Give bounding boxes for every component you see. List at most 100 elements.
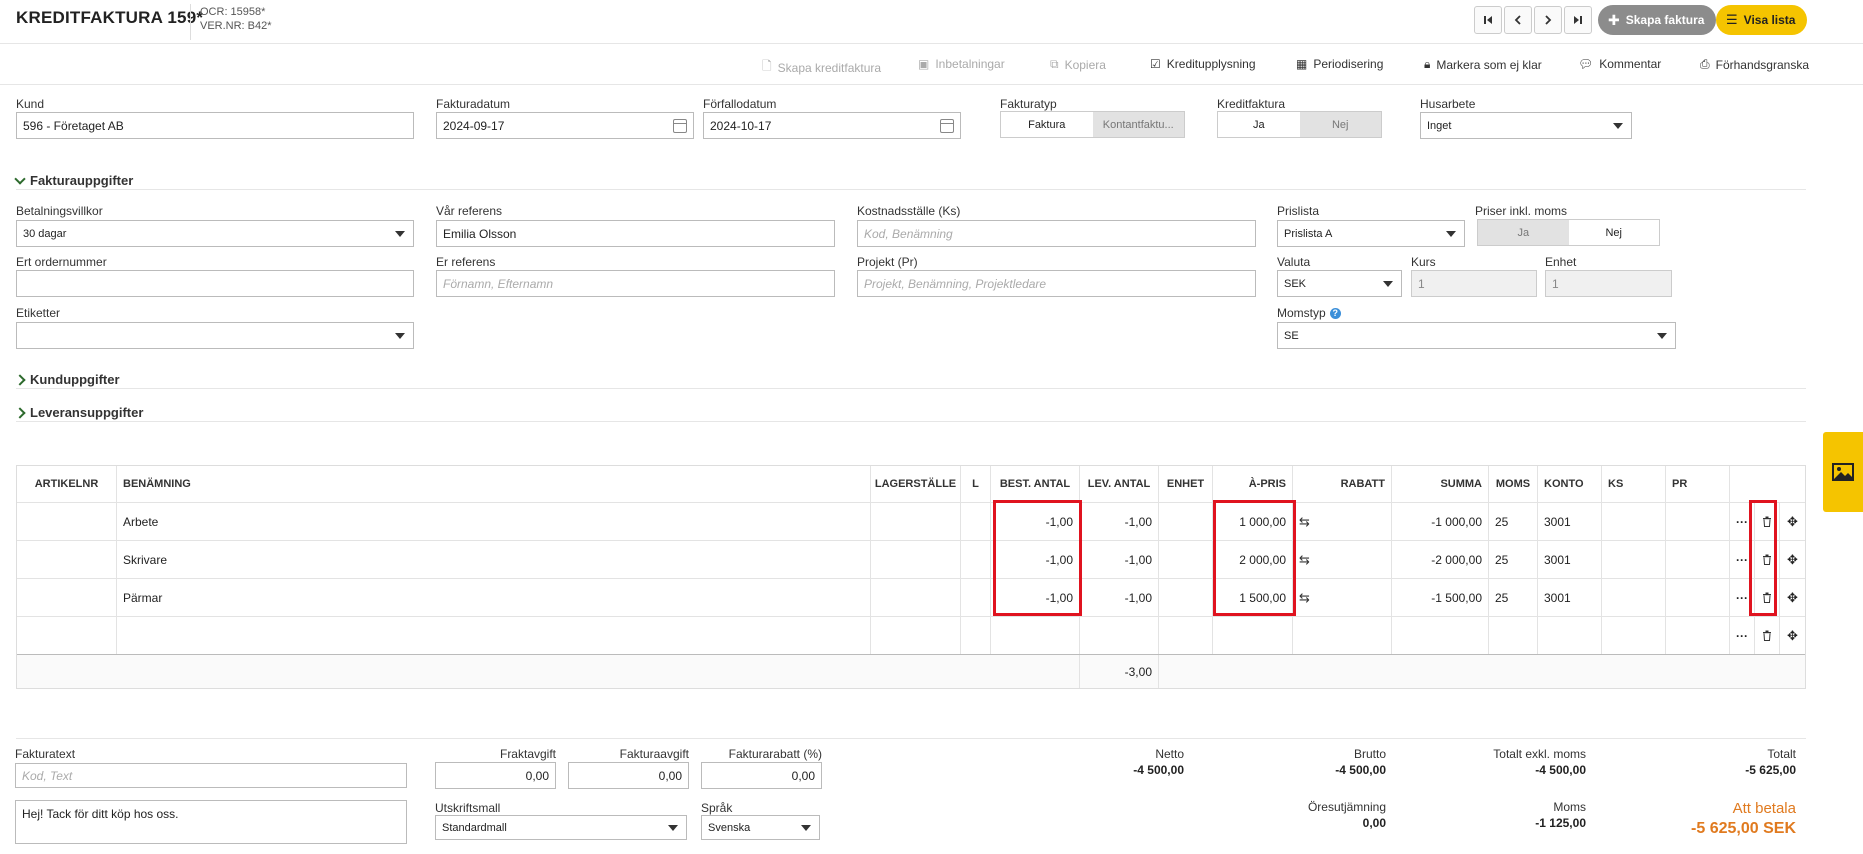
cell-artikelnr[interactable] — [17, 579, 117, 616]
col-benamning[interactable]: BENÄMNING — [117, 466, 871, 502]
print-template-select[interactable]: Standardmall — [435, 815, 687, 840]
cell-pr[interactable] — [1666, 617, 1730, 654]
invoice-fee-input[interactable]: 0,00 — [568, 762, 689, 789]
project-input[interactable]: Projekt, Benämning, Projektledare — [857, 270, 1256, 297]
your-reference-input[interactable]: Förnamn, Efternamn — [436, 270, 835, 297]
move-handle-icon[interactable]: ✥ — [1780, 617, 1805, 654]
cell-lagerstalle[interactable] — [871, 503, 961, 540]
copy-action[interactable]: ⧉ Kopiera — [1050, 57, 1106, 72]
periodize-action[interactable]: ▦ Periodisering — [1296, 57, 1383, 71]
col-summa[interactable]: SUMMA — [1392, 466, 1489, 502]
help-icon[interactable]: ? — [1329, 307, 1341, 319]
invoice-type-kontant[interactable]: Kontantfaktu... — [1092, 112, 1184, 137]
cell-ks[interactable] — [1602, 617, 1666, 654]
cell-lagerstalle[interactable] — [871, 579, 961, 616]
invoice-date-input[interactable]: 2024-09-17 — [436, 112, 694, 139]
tags-select[interactable] — [16, 322, 414, 349]
cell-lagerstalle[interactable] — [871, 541, 961, 578]
swap-icon[interactable]: ⇆ — [1299, 514, 1310, 530]
credit-info-action[interactable]: ☑ Kreditupplysning — [1150, 57, 1256, 71]
cell-moms[interactable]: 25 — [1489, 503, 1538, 540]
language-select[interactable]: Svenska — [701, 815, 820, 840]
cell-lagerstalle[interactable] — [871, 617, 961, 654]
cell-enhet[interactable] — [1159, 617, 1213, 654]
cell-artikelnr[interactable] — [17, 503, 117, 540]
cell-a-pris[interactable] — [1213, 617, 1293, 654]
credit-invoice-nej[interactable]: Nej — [1299, 112, 1381, 137]
last-record-button[interactable] — [1564, 6, 1592, 34]
cell-lev-antal[interactable]: -1,00 — [1080, 541, 1159, 578]
more-icon[interactable]: ··· — [1730, 617, 1755, 654]
house-work-select[interactable]: Inget — [1420, 112, 1632, 139]
cell-l[interactable] — [961, 541, 991, 578]
col-konto[interactable]: KONTO — [1538, 466, 1602, 502]
due-date-input[interactable]: 2024-10-17 — [703, 112, 961, 139]
cell-ks[interactable] — [1602, 541, 1666, 578]
cell-artikelnr[interactable] — [17, 541, 117, 578]
move-handle-icon[interactable]: ✥ — [1780, 503, 1805, 540]
trash-icon[interactable] — [1755, 617, 1780, 654]
cell-benamning[interactable]: Skrivare — [117, 541, 871, 578]
shipping-fee-input[interactable]: 0,00 — [435, 762, 556, 789]
mark-unready-action[interactable]: 🔒︎ Markera som ej klar — [1424, 57, 1542, 72]
cell-enhet[interactable] — [1159, 579, 1213, 616]
col-rabatt[interactable]: RABATT — [1293, 466, 1392, 502]
customer-details-header[interactable]: Kunduppgifter — [14, 372, 120, 387]
prices-incl-vat-ja[interactable]: Ja — [1478, 220, 1569, 245]
calendar-icon[interactable] — [673, 119, 687, 133]
cell-enhet[interactable] — [1159, 541, 1213, 578]
col-ks[interactable]: KS — [1602, 466, 1666, 502]
credit-invoice-ja[interactable]: Ja — [1218, 112, 1300, 137]
cell-moms[interactable]: 25 — [1489, 541, 1538, 578]
cell-pr[interactable] — [1666, 503, 1730, 540]
col-best-antal[interactable]: BEST. ANTAL — [991, 466, 1080, 502]
col-enhet[interactable]: ENHET — [1159, 466, 1213, 502]
cell-konto[interactable]: 3001 — [1538, 503, 1602, 540]
move-handle-icon[interactable]: ✥ — [1780, 579, 1805, 616]
cell-best-antal[interactable] — [991, 617, 1080, 654]
cell-benamning[interactable]: Arbete — [117, 503, 871, 540]
image-panel-toggle[interactable] — [1823, 432, 1863, 512]
our-reference-input[interactable]: Emilia Olsson — [436, 220, 835, 247]
cell-lev-antal[interactable]: -1,00 — [1080, 579, 1159, 616]
cell-pr[interactable] — [1666, 579, 1730, 616]
cell-pr[interactable] — [1666, 541, 1730, 578]
first-record-button[interactable] — [1474, 6, 1502, 34]
cell-l[interactable] — [961, 617, 991, 654]
cell-ks[interactable] — [1602, 579, 1666, 616]
cell-rabatt[interactable]: ⇆ — [1293, 503, 1392, 540]
col-lev-antal[interactable]: LEV. ANTAL — [1080, 466, 1159, 502]
delivery-details-header[interactable]: Leveransuppgifter — [14, 405, 143, 420]
cell-konto[interactable]: 3001 — [1538, 541, 1602, 578]
cell-ks[interactable] — [1602, 503, 1666, 540]
create-credit-invoice-action[interactable]: 🗋 Skapa kreditfaktura — [762, 57, 881, 78]
swap-icon[interactable]: ⇆ — [1299, 552, 1310, 568]
invoice-type-faktura[interactable]: Faktura — [1001, 112, 1093, 137]
swap-icon[interactable]: ⇆ — [1299, 590, 1310, 606]
invoice-details-header[interactable]: Fakturauppgifter — [14, 172, 133, 188]
cell-konto[interactable]: 3001 — [1538, 579, 1602, 616]
cell-moms[interactable]: 25 — [1489, 579, 1538, 616]
invoice-discount-input[interactable]: 0,00 — [701, 762, 822, 789]
customer-input[interactable]: 596 - Företaget AB — [16, 112, 414, 139]
cell-rabatt[interactable]: ⇆ — [1293, 579, 1392, 616]
cell-rabatt[interactable]: ⇆ — [1293, 541, 1392, 578]
invoice-message-textarea[interactable]: Hej! Tack för ditt köp hos oss. — [15, 800, 407, 844]
prev-record-button[interactable] — [1504, 6, 1532, 34]
show-list-button[interactable]: ☰ Visa lista — [1716, 5, 1808, 35]
move-handle-icon[interactable]: ✥ — [1780, 541, 1805, 578]
col-pr[interactable]: PR — [1666, 466, 1730, 502]
col-lagerstalle[interactable]: LAGERSTÄLLE — [871, 466, 961, 502]
preview-action[interactable]: ⎙ Förhandsgranska — [1700, 57, 1809, 72]
cell-lev-antal[interactable] — [1080, 617, 1159, 654]
vat-type-select[interactable]: SE — [1277, 322, 1676, 349]
order-number-input[interactable] — [16, 270, 414, 297]
cell-l[interactable] — [961, 579, 991, 616]
cell-rabatt[interactable] — [1293, 617, 1392, 654]
price-list-select[interactable]: Prislista A — [1277, 220, 1465, 247]
cell-l[interactable] — [961, 503, 991, 540]
col-a-pris[interactable]: À-PRIS — [1213, 466, 1293, 502]
col-artikelnr[interactable]: ARTIKELNR — [17, 466, 117, 502]
cell-moms[interactable] — [1489, 617, 1538, 654]
payments-action[interactable]: ▣ Inbetalningar — [918, 57, 1005, 71]
